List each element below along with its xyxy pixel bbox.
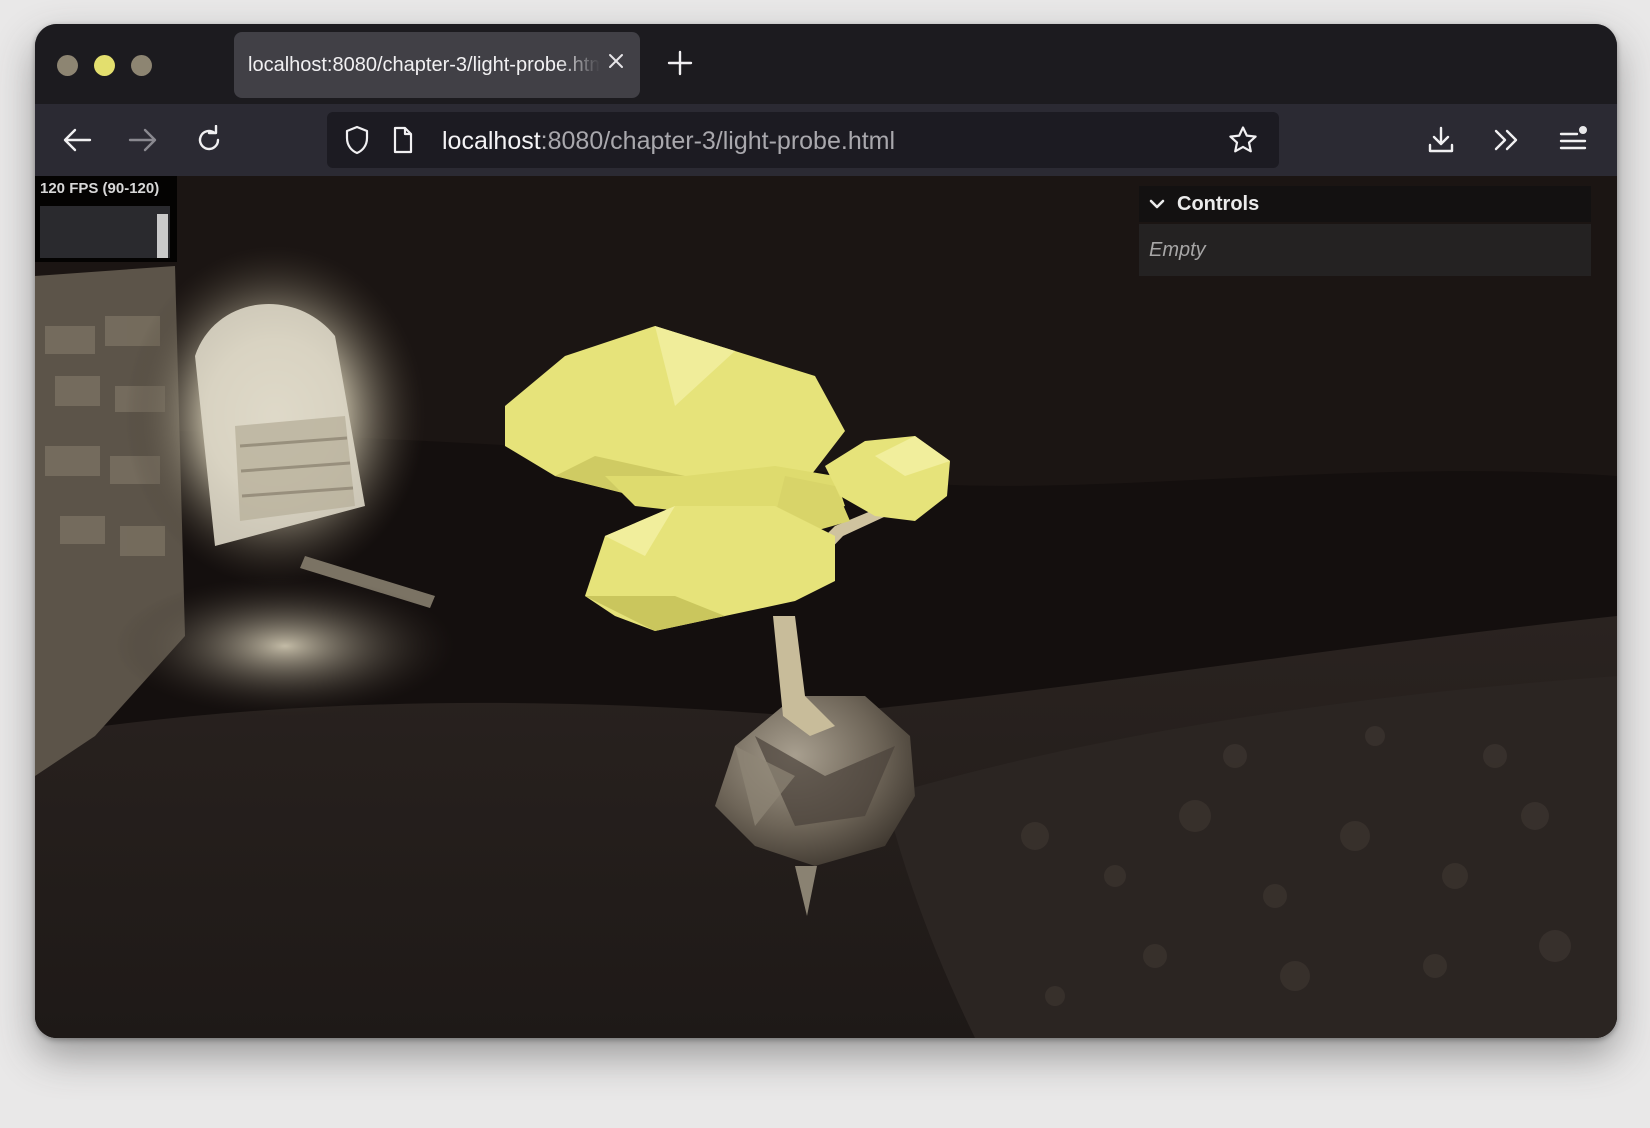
webgl-canvas[interactable]: 120 FPS (90-120) Controls Empty [35, 176, 1617, 1038]
maximize-window-button[interactable] [131, 55, 152, 76]
tab-strip: localhost:8080/chapter-3/light-probe.htm… [35, 24, 1617, 104]
controls-empty-label: Empty [1139, 224, 1591, 276]
back-arrow-icon[interactable] [57, 120, 97, 160]
browser-window: localhost:8080/chapter-3/light-probe.htm… [35, 24, 1617, 1038]
controls-header[interactable]: Controls [1139, 186, 1591, 222]
controls-title: Controls [1177, 192, 1260, 215]
overflow-chevrons-icon[interactable] [1487, 120, 1527, 160]
url-path: :8080/chapter-3/light-probe.html [540, 127, 896, 155]
shield-icon[interactable] [337, 120, 377, 160]
cave-scene[interactable] [35, 176, 1617, 1038]
fps-bar [157, 213, 168, 258]
controls-panel: Controls Empty [1139, 186, 1591, 276]
page-icon[interactable] [383, 120, 423, 160]
minimize-window-button[interactable] [94, 55, 115, 76]
tab-active[interactable]: localhost:8080/chapter-3/light-probe.htm… [234, 32, 640, 98]
reload-icon[interactable] [189, 120, 229, 160]
forward-arrow-icon[interactable] [123, 120, 163, 160]
fps-stats-panel[interactable]: 120 FPS (90-120) [35, 176, 177, 262]
close-window-button[interactable] [57, 55, 78, 76]
url-host: localhost [442, 127, 541, 155]
star-bookmark-icon[interactable] [1223, 120, 1263, 160]
download-icon[interactable] [1421, 120, 1461, 160]
nav-toolbar: localhost:8080/chapter-3/light-probe.htm… [35, 104, 1617, 176]
close-tab-icon[interactable] [604, 51, 628, 75]
new-tab-button[interactable] [663, 49, 697, 83]
url-text[interactable]: localhost:8080/chapter-3/light-probe.htm… [442, 127, 895, 156]
chevron-down-icon [1149, 198, 1169, 210]
fps-graph [40, 206, 170, 258]
url-bar[interactable]: localhost:8080/chapter-3/light-probe.htm… [327, 112, 1279, 168]
hamburger-menu-icon[interactable] [1553, 120, 1593, 160]
fps-label: 120 FPS (90-120) [40, 180, 160, 197]
tab-title: localhost:8080/chapter-3/light-probe.htm… [248, 53, 600, 76]
